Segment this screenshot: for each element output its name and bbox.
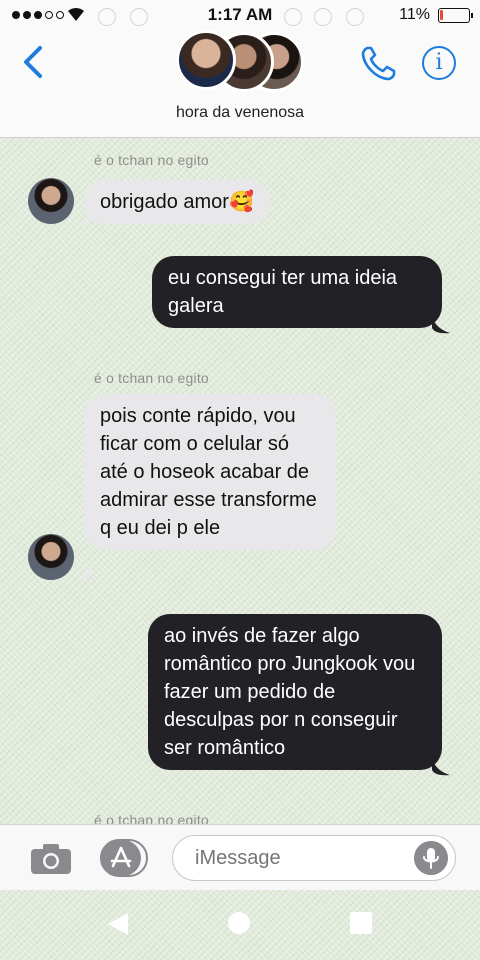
camera-icon[interactable] — [30, 843, 72, 875]
message-bubble-outgoing[interactable]: eu consegui ter uma ideia galera — [152, 256, 442, 328]
sender-name: é o tchan no egito — [94, 152, 209, 168]
message-bubble-outgoing[interactable]: ao invés de fazer algo romântico pro Jun… — [148, 614, 442, 770]
back-chevron-icon[interactable] — [18, 42, 48, 82]
bubble-tail — [76, 564, 92, 580]
phone-icon[interactable] — [360, 44, 398, 82]
bubble-tail — [432, 316, 450, 334]
conversation-header: 1:17 AM 11% hora da venenosa i — [0, 0, 480, 138]
group-avatars[interactable] — [176, 28, 306, 92]
nav-recents-icon[interactable] — [350, 912, 372, 934]
message-bubble-incoming[interactable]: pois conte rápido, vou ficar com o celul… — [84, 394, 336, 550]
info-icon[interactable]: i — [422, 46, 456, 80]
bubble-tail — [432, 758, 450, 776]
avatar[interactable] — [28, 178, 74, 224]
system-navigation-bar — [0, 890, 480, 960]
nav-home-icon[interactable] — [228, 912, 250, 934]
avatar[interactable] — [28, 534, 74, 580]
microphone-icon[interactable] — [414, 841, 448, 875]
avatar — [176, 30, 236, 90]
compose-bar — [0, 824, 480, 890]
status-bar: 1:17 AM 11% — [0, 0, 480, 30]
nav-back-icon[interactable] — [106, 912, 130, 936]
message-bubble-incoming[interactable]: obrigado amor🥰 — [84, 180, 270, 224]
sender-name: é o tchan no egito — [94, 370, 209, 386]
app-store-icon[interactable] — [100, 839, 148, 877]
battery-percent: 11% — [399, 6, 430, 23]
battery-level — [440, 10, 443, 20]
group-name[interactable]: hora da venenosa — [0, 104, 480, 122]
battery-icon — [438, 8, 473, 23]
